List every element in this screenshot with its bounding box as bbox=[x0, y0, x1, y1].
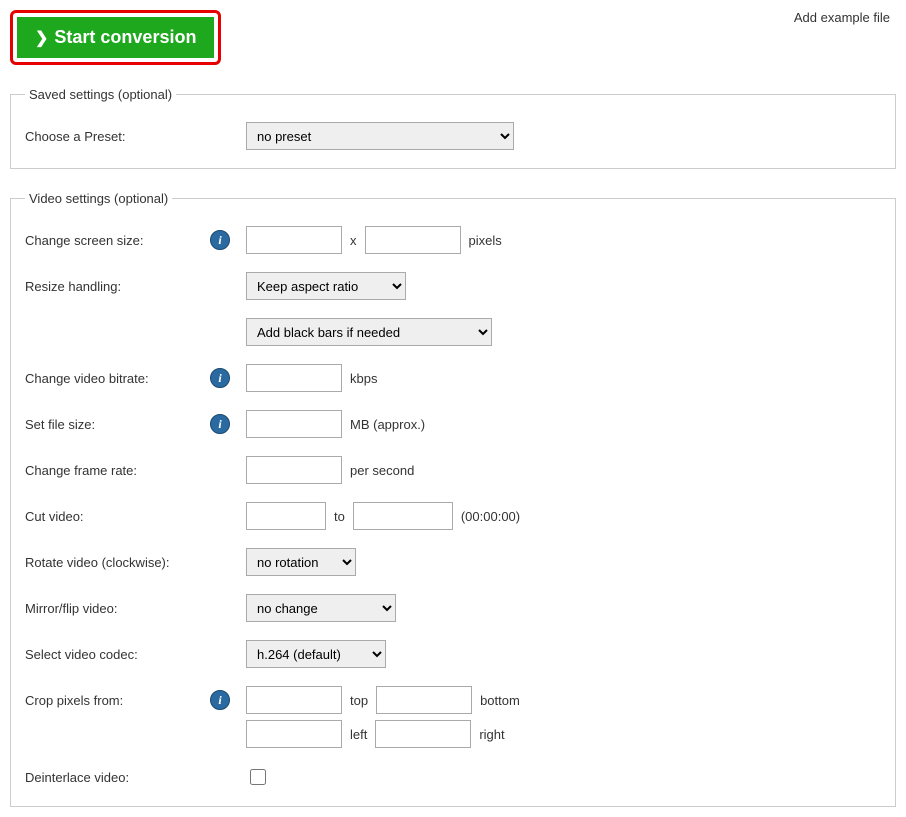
screen-size-label: Change screen size: bbox=[25, 233, 210, 248]
crop-right-label: right bbox=[479, 727, 504, 742]
crop-right-input[interactable] bbox=[375, 720, 471, 748]
cut-label: Cut video: bbox=[25, 509, 210, 524]
crop-bottom-label: bottom bbox=[480, 693, 520, 708]
chevron-right-icon: ❯ bbox=[35, 28, 48, 48]
codec-select[interactable]: h.264 (default) bbox=[246, 640, 386, 668]
start-button-label: Start conversion bbox=[54, 27, 196, 48]
mirror-select[interactable]: no change bbox=[246, 594, 396, 622]
resize-aspect-select[interactable]: Keep aspect ratio bbox=[246, 272, 406, 300]
cut-to-label: to bbox=[334, 509, 345, 524]
filesize-unit: MB (approx.) bbox=[350, 417, 425, 432]
x-separator: x bbox=[350, 233, 357, 248]
video-settings-legend: Video settings (optional) bbox=[25, 191, 172, 206]
screen-width-input[interactable] bbox=[246, 226, 342, 254]
mirror-label: Mirror/flip video: bbox=[25, 601, 210, 616]
add-example-file-link[interactable]: Add example file bbox=[794, 10, 890, 25]
crop-label: Crop pixels from: bbox=[25, 693, 210, 708]
filesize-label: Set file size: bbox=[25, 417, 210, 432]
saved-settings-fieldset: Saved settings (optional) Choose a Prese… bbox=[10, 87, 896, 169]
preset-label: Choose a Preset: bbox=[25, 129, 210, 144]
cut-hint: (00:00:00) bbox=[461, 509, 520, 524]
bitrate-input[interactable] bbox=[246, 364, 342, 392]
codec-label: Select video codec: bbox=[25, 647, 210, 662]
info-icon[interactable]: i bbox=[210, 230, 230, 250]
crop-bottom-input[interactable] bbox=[376, 686, 472, 714]
deinterlace-label: Deinterlace video: bbox=[25, 770, 210, 785]
video-settings-fieldset: Video settings (optional) Change screen … bbox=[10, 191, 896, 807]
deinterlace-checkbox[interactable] bbox=[250, 769, 266, 785]
cut-to-input[interactable] bbox=[353, 502, 453, 530]
crop-left-label: left bbox=[350, 727, 367, 742]
info-icon[interactable]: i bbox=[210, 414, 230, 434]
start-button-highlight: ❯ Start conversion bbox=[10, 10, 221, 65]
cut-from-input[interactable] bbox=[246, 502, 326, 530]
pixels-unit: pixels bbox=[469, 233, 502, 248]
crop-top-label: top bbox=[350, 693, 368, 708]
screen-height-input[interactable] bbox=[365, 226, 461, 254]
filesize-input[interactable] bbox=[246, 410, 342, 438]
rotate-label: Rotate video (clockwise): bbox=[25, 555, 210, 570]
bitrate-label: Change video bitrate: bbox=[25, 371, 210, 386]
start-conversion-button[interactable]: ❯ Start conversion bbox=[17, 17, 214, 58]
info-icon[interactable]: i bbox=[210, 368, 230, 388]
framerate-unit: per second bbox=[350, 463, 414, 478]
resize-label: Resize handling: bbox=[25, 279, 210, 294]
bitrate-unit: kbps bbox=[350, 371, 377, 386]
resize-bars-select[interactable]: Add black bars if needed bbox=[246, 318, 492, 346]
preset-select[interactable]: no preset bbox=[246, 122, 514, 150]
info-icon[interactable]: i bbox=[210, 690, 230, 710]
saved-settings-legend: Saved settings (optional) bbox=[25, 87, 176, 102]
framerate-input[interactable] bbox=[246, 456, 342, 484]
crop-left-input[interactable] bbox=[246, 720, 342, 748]
crop-top-input[interactable] bbox=[246, 686, 342, 714]
rotate-select[interactable]: no rotation bbox=[246, 548, 356, 576]
framerate-label: Change frame rate: bbox=[25, 463, 210, 478]
